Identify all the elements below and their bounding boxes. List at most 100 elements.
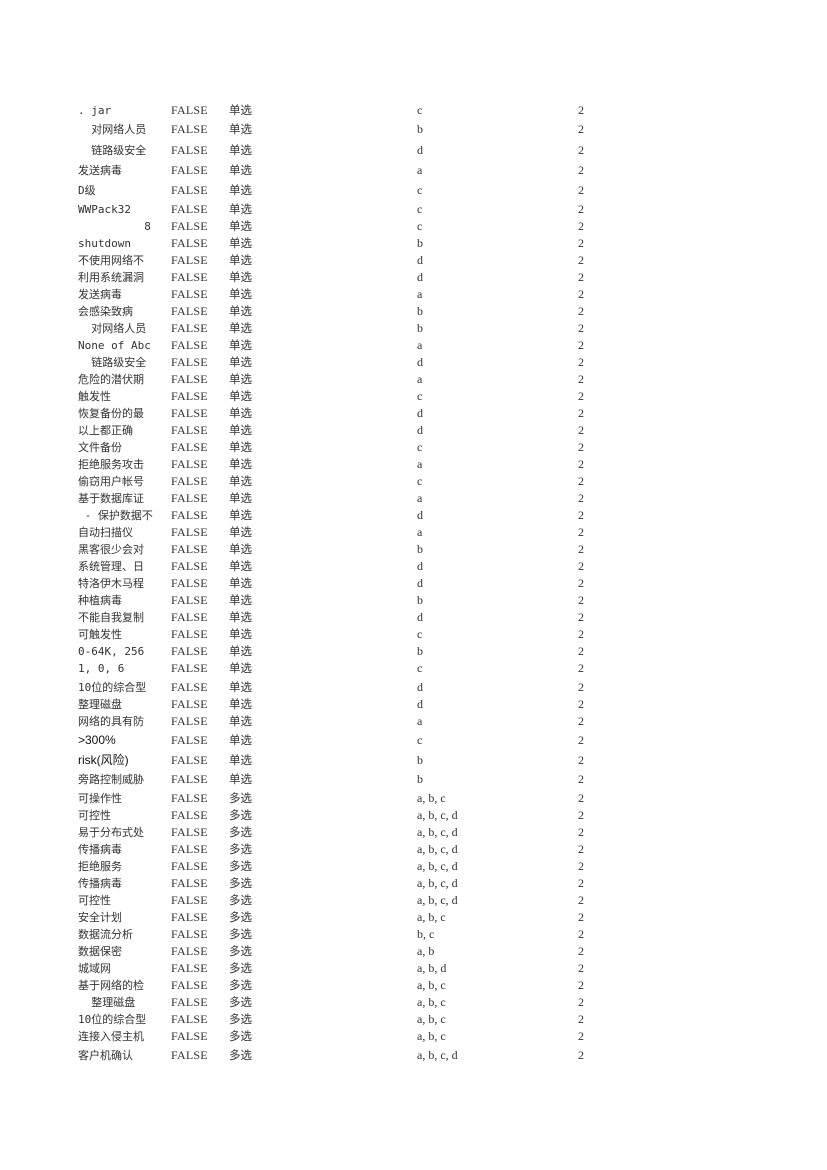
- answer-cell: d: [417, 423, 423, 437]
- answer-cell: a: [417, 287, 423, 301]
- question-type-cell: 单选: [229, 219, 252, 233]
- answer-cell: c: [417, 202, 423, 216]
- option-cell: None of Abc: [78, 339, 151, 352]
- score-cell: 2: [578, 103, 584, 117]
- answer-cell: a: [417, 372, 423, 386]
- option-cell: WWPack32: [78, 203, 131, 216]
- table-row: 利用系统漏洞 FALSE 单选 d 2: [0, 269, 827, 286]
- question-type-cell: 单选: [229, 714, 252, 728]
- table-row: 客户机确认 FALSE 多选 a, b, c, d 2: [0, 1047, 827, 1064]
- score-cell: 2: [578, 219, 584, 233]
- question-type-cell: 单选: [229, 236, 252, 250]
- option-cell: 种植病毒: [78, 594, 122, 607]
- score-cell: 2: [578, 338, 584, 352]
- answer-cell: a, b, c: [417, 791, 446, 805]
- table-row: 特洛伊木马程 FALSE 单选 d 2: [0, 575, 827, 592]
- flag-cell: FALSE: [171, 772, 208, 786]
- answer-cell: a, b, c: [417, 1029, 446, 1043]
- table-row: 整理磁盘 FALSE 多选 a, b, c 2: [0, 994, 827, 1011]
- table-row: 链路级安全 FALSE 单选 d 2: [0, 142, 827, 159]
- flag-cell: FALSE: [171, 525, 208, 539]
- score-cell: 2: [578, 457, 584, 471]
- flag-cell: FALSE: [171, 876, 208, 890]
- answer-cell: b: [417, 644, 423, 658]
- question-type-cell: 单选: [229, 680, 252, 694]
- table-row: 8 FALSE 单选 c 2: [0, 218, 827, 235]
- question-type-cell: 单选: [229, 661, 252, 675]
- score-cell: 2: [578, 287, 584, 301]
- table-row: 数据保密 FALSE 多选 a, b 2: [0, 943, 827, 960]
- score-cell: 2: [578, 644, 584, 658]
- table-row: D级 FALSE 单选 c 2: [0, 182, 827, 199]
- option-cell: 触发性: [78, 390, 111, 403]
- answer-cell: a: [417, 491, 423, 505]
- table-row: 10位的综合型 FALSE 多选 a, b, c 2: [0, 1011, 827, 1028]
- score-cell: 2: [578, 440, 584, 454]
- table-row: 系统管理、日 FALSE 单选 d 2: [0, 558, 827, 575]
- flag-cell: FALSE: [171, 163, 208, 177]
- table-row: 可控性 FALSE 多选 a, b, c, d 2: [0, 807, 827, 824]
- option-cell: 整理磁盘: [78, 698, 122, 711]
- question-type-cell: 单选: [229, 508, 252, 522]
- score-cell: 2: [578, 876, 584, 890]
- option-cell: 数据流分析: [78, 928, 133, 941]
- option-cell: 整理磁盘: [78, 996, 136, 1009]
- answer-cell: a: [417, 525, 423, 539]
- answer-cell: b: [417, 304, 423, 318]
- flag-cell: FALSE: [171, 236, 208, 250]
- question-type-cell: 单选: [229, 753, 252, 767]
- question-type-cell: 单选: [229, 697, 252, 711]
- option-cell: D级: [78, 184, 96, 197]
- score-cell: 2: [578, 236, 584, 250]
- question-type-cell: 多选: [229, 859, 252, 873]
- option-cell: 网络的具有防: [78, 715, 144, 728]
- flag-cell: FALSE: [171, 355, 208, 369]
- question-type-cell: 单选: [229, 143, 252, 157]
- question-type-cell: 单选: [229, 542, 252, 556]
- flag-cell: FALSE: [171, 321, 208, 335]
- option-cell: 基于数据库证: [78, 492, 144, 505]
- flag-cell: FALSE: [171, 1012, 208, 1026]
- question-type-cell: 单选: [229, 593, 252, 607]
- answer-cell: b: [417, 321, 423, 335]
- table-row: 黑客很少会对 FALSE 单选 b 2: [0, 541, 827, 558]
- table-row: 传播病毒 FALSE 多选 a, b, c, d 2: [0, 841, 827, 858]
- score-cell: 2: [578, 321, 584, 335]
- flag-cell: FALSE: [171, 423, 208, 437]
- question-type-cell: 单选: [229, 355, 252, 369]
- table-row: 会感染致病 FALSE 单选 b 2: [0, 303, 827, 320]
- option-cell: 对网络人员: [78, 322, 147, 335]
- score-cell: 2: [578, 808, 584, 822]
- option-cell: 连接入侵主机: [78, 1030, 144, 1043]
- answer-cell: b: [417, 772, 423, 786]
- option-cell: 链路级安全: [78, 356, 147, 369]
- answer-cell: b, c: [417, 927, 435, 941]
- table-row: 可控性 FALSE 多选 a, b, c, d 2: [0, 892, 827, 909]
- score-cell: 2: [578, 910, 584, 924]
- flag-cell: FALSE: [171, 697, 208, 711]
- question-type-cell: 单选: [229, 559, 252, 573]
- score-cell: 2: [578, 944, 584, 958]
- score-cell: 2: [578, 270, 584, 284]
- question-type-cell: 单选: [229, 287, 252, 301]
- question-type-cell: 单选: [229, 253, 252, 267]
- question-type-cell: 单选: [229, 389, 252, 403]
- answer-cell: a, b, c, d: [417, 825, 458, 839]
- table-row: >300% FALSE 单选 c 2: [0, 732, 827, 749]
- question-type-cell: 多选: [229, 808, 252, 822]
- option-cell: 发送病毒: [78, 164, 122, 177]
- score-cell: 2: [578, 525, 584, 539]
- flag-cell: FALSE: [171, 661, 208, 675]
- score-cell: 2: [578, 842, 584, 856]
- option-cell: . jar: [78, 104, 112, 117]
- score-cell: 2: [578, 253, 584, 267]
- option-cell: 可控性: [78, 894, 111, 907]
- question-type-cell: 单选: [229, 644, 252, 658]
- question-type-cell: 单选: [229, 122, 252, 136]
- flag-cell: FALSE: [171, 644, 208, 658]
- answer-cell: b: [417, 593, 423, 607]
- question-type-cell: 单选: [229, 372, 252, 386]
- answer-cell: c: [417, 627, 423, 641]
- question-type-cell: 多选: [229, 791, 252, 805]
- score-cell: 2: [578, 423, 584, 437]
